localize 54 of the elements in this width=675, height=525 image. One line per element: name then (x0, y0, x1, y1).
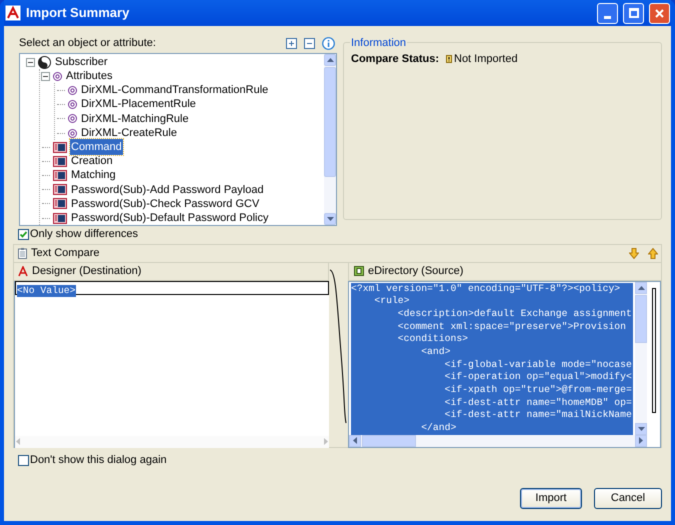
tree-item[interactable]: Command (70, 138, 123, 156)
policy-icon (53, 170, 67, 182)
document-icon (18, 248, 27, 259)
window-title: Import Summary (26, 4, 130, 22)
tree-item[interactable]: Subscriber (54, 54, 109, 70)
checkbox[interactable] (18, 454, 29, 466)
dialog-button[interactable]: Cancel (594, 488, 662, 509)
dialog-button[interactable]: Import (520, 488, 582, 509)
tree-item[interactable]: Matching (70, 167, 117, 184)
up-arrow-icon[interactable] (648, 248, 658, 259)
tree-item[interactable]: DirXML-CommandTransformationRule (80, 82, 270, 99)
collapse-toggle[interactable] (41, 72, 50, 81)
minimize-button[interactable] (597, 2, 618, 24)
horizontal-scrollbar[interactable] (349, 434, 647, 447)
status-label: Compare Status: (351, 52, 440, 67)
policy-icon (53, 142, 67, 153)
tree-item[interactable]: Password(Sub)-Add Password Payload (70, 182, 265, 198)
right-arrow-icon[interactable] (639, 437, 643, 444)
tree-item[interactable]: DirXML-PlacementRule (80, 96, 197, 113)
status-value: Not Imported (454, 52, 518, 67)
tree-item[interactable]: Creation (70, 153, 114, 170)
maximize-button[interactable] (623, 2, 644, 24)
down-arrow-icon[interactable] (629, 248, 639, 259)
policy-icon (53, 184, 67, 196)
checkbox-label: Only show differences (30, 226, 138, 242)
database-icon (354, 266, 364, 276)
down-arrow-icon[interactable] (326, 217, 334, 222)
vertical-scrollbar[interactable] (635, 282, 647, 435)
left-arrow-icon[interactable] (353, 437, 357, 444)
vertical-scrollbar[interactable] (324, 54, 336, 226)
up-arrow-icon[interactable] (638, 286, 644, 290)
policy-icon (53, 198, 67, 210)
up-arrow-icon[interactable] (326, 58, 334, 62)
tree-item[interactable]: Password(Sub)-Default Password Policy (70, 210, 270, 226)
panel-title: Text Compare (31, 246, 100, 261)
checkbox-label: Don't show this dialog again (30, 452, 167, 468)
policy-icon (53, 156, 67, 167)
warning-icon (446, 55, 452, 64)
close-icon (654, 8, 665, 18)
down-arrow-icon[interactable] (638, 426, 644, 431)
tree-item[interactable]: Attributes (65, 68, 114, 85)
info-icon[interactable] (322, 36, 335, 50)
column-title: Designer (Destination) (32, 264, 142, 279)
expand-all-icon[interactable] (286, 38, 297, 48)
tree-item[interactable]: Password(Sub)-Check Password GCV (70, 196, 260, 212)
collapse-toggle[interactable] (26, 58, 35, 67)
policy-icon (53, 212, 67, 224)
close-button[interactable] (649, 2, 670, 24)
tree-item[interactable]: DirXML-MatchingRule (80, 110, 190, 128)
tree-label: Select an object or attribute: (19, 36, 157, 51)
collapse-all-icon[interactable] (304, 38, 315, 48)
checkbox[interactable] (18, 228, 29, 240)
yin-yang-icon (38, 56, 51, 69)
tree-item[interactable]: DirXML-CreateRule (80, 124, 178, 142)
